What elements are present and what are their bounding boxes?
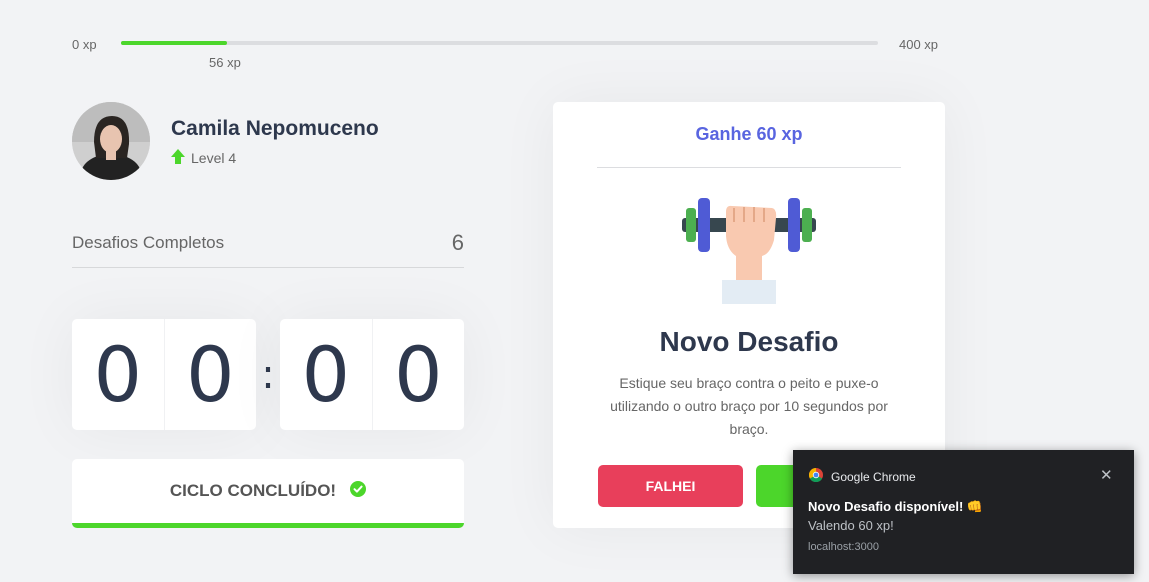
chrome-icon [808, 467, 823, 485]
level-up-arrow-icon [171, 149, 185, 167]
countdown-separator: : [261, 351, 275, 398]
countdown-digit: 0 [301, 330, 350, 419]
countdown: 0 0 : 0 0 [72, 319, 464, 430]
cycle-completed-button[interactable]: CICLO CONCLUÍDO! [72, 459, 464, 528]
countdown-digit: 0 [93, 330, 142, 419]
completed-challenges-label: Desafios Completos [72, 233, 225, 252]
notification-app-name: Google Chrome [831, 469, 916, 484]
check-circle-icon [350, 480, 367, 502]
notification-title: Novo Desafio disponível! 👊 [808, 499, 984, 514]
xp-progress-fill [121, 41, 227, 45]
notification-origin: localhost:3000 [808, 541, 879, 553]
notification-body: Valendo 60 xp! [808, 518, 894, 533]
xp-max-label: 400 xp [899, 37, 939, 52]
countdown-minutes: 0 0 [72, 319, 256, 430]
challenge-title: Novo Desafio [659, 326, 839, 357]
cycle-button-label: CICLO CONCLUÍDO! [169, 481, 337, 500]
xp-min-label: 0 xp [72, 37, 97, 52]
profile-level: Level 4 [171, 149, 236, 167]
chrome-notification[interactable]: Google Chrome ✕ Novo Desafio disponível!… [793, 450, 1134, 574]
close-icon[interactable]: ✕ [1100, 466, 1113, 484]
countdown-digit: 0 [163, 319, 257, 430]
xp-current-label: 56 xp [209, 55, 241, 70]
completed-challenges-count: 6 [451, 230, 464, 255]
profile-name: Camila Nepomuceno [171, 117, 379, 140]
level-label: Level 4 [191, 150, 237, 166]
xp-progress-bar [121, 41, 878, 45]
countdown-digit: 0 [371, 319, 465, 430]
challenge-description: Estique seu braço contra o peito e puxe-… [610, 375, 888, 437]
notification-app: Google Chrome [808, 467, 916, 485]
dumbbell-icon [682, 196, 816, 304]
fail-button[interactable]: FALHEI [598, 465, 743, 507]
avatar [72, 102, 150, 180]
challenge-reward: Ganhe 60 xp [597, 124, 901, 168]
countdown-seconds: 0 0 [280, 319, 464, 430]
completed-challenges: Desafios Completos 6 [72, 228, 464, 268]
